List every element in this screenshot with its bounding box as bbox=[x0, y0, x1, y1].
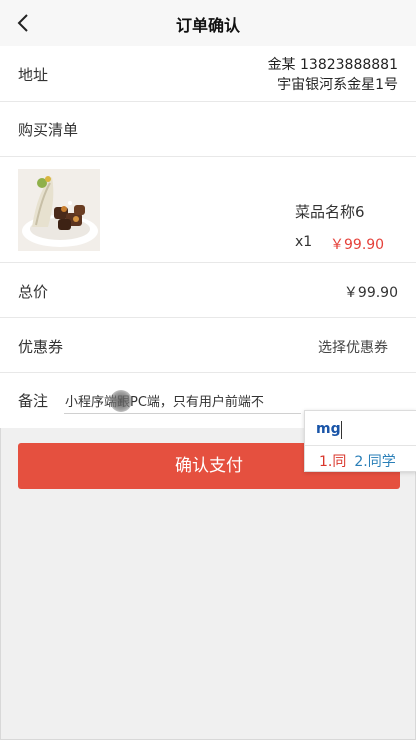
list-item: 菜品名称6 x1 ￥99.90 bbox=[0, 157, 416, 263]
ime-candidate-text: 同 bbox=[332, 454, 347, 470]
order-panel: 地址 金某 13823888881 宇宙银河系金星1号 购买清单 菜品名称6 x… bbox=[0, 46, 416, 428]
cart-header-row: 购买清单 bbox=[0, 102, 416, 157]
dish-name: 菜品名称6 bbox=[295, 203, 365, 221]
address-label: 地址 bbox=[18, 66, 49, 84]
ime-candidate-popup: mg 1.同 2.同学 bbox=[304, 410, 416, 472]
remark-input[interactable] bbox=[64, 387, 301, 414]
total-label: 总价 bbox=[18, 283, 49, 301]
address-detail: 宇宙银河系金星1号 bbox=[277, 77, 398, 93]
ime-divider bbox=[305, 445, 416, 446]
ime-candidate[interactable]: 1.同 bbox=[319, 451, 346, 471]
remark-label: 备注 bbox=[18, 392, 49, 410]
coupon-label: 优惠券 bbox=[18, 338, 64, 356]
dish-price: ￥99.90 bbox=[330, 237, 385, 253]
address-contact: 金某 13823888881 bbox=[267, 57, 398, 73]
dish-quantity: x1 bbox=[295, 234, 313, 250]
coupon-row[interactable]: 优惠券 选择优惠券 bbox=[0, 318, 416, 373]
address-value: 金某 13823888881 宇宙银河系金星1号 bbox=[268, 55, 398, 95]
address-row[interactable]: 地址 金某 13823888881 宇宙银河系金星1号 bbox=[0, 46, 416, 102]
ime-candidate-list: 1.同 2.同学 bbox=[319, 451, 404, 471]
ime-candidate-text: 同学 bbox=[367, 454, 396, 470]
total-value: ￥99.90 bbox=[343, 285, 398, 301]
page-title: 订单确认 bbox=[175, 16, 240, 35]
ime-caret bbox=[341, 421, 342, 439]
ime-candidate-index: 1. bbox=[319, 454, 333, 470]
total-row: 总价 ￥99.90 bbox=[0, 263, 416, 318]
ime-candidate[interactable]: 2.同学 bbox=[354, 451, 395, 471]
ime-composition: mg bbox=[316, 421, 341, 437]
touch-indicator bbox=[110, 390, 132, 412]
dish-image bbox=[18, 169, 100, 251]
cart-label: 购买清单 bbox=[18, 121, 79, 139]
nav-bar: 订单确认 bbox=[0, 0, 416, 46]
select-coupon-link[interactable]: 选择优惠券 bbox=[318, 337, 388, 357]
ime-candidate-index: 2. bbox=[354, 454, 368, 470]
